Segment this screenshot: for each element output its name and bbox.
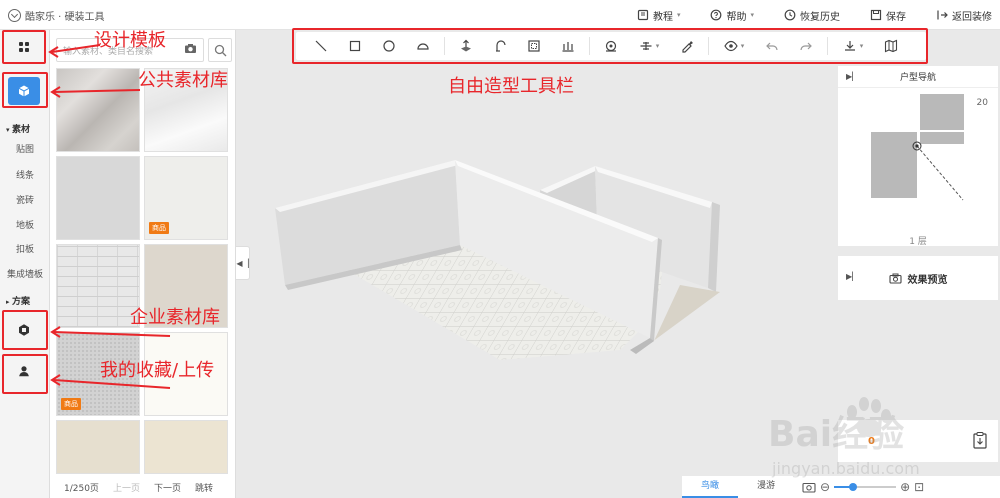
help-icon: [711, 9, 722, 21]
menu-tutorial[interactable]: 教程 ▾: [637, 8, 681, 23]
tab-bird-view[interactable]: 鸟瞰: [682, 476, 738, 498]
app-title: 酷家乐 · 硬装工具: [25, 12, 105, 23]
menu-help[interactable]: 帮助 ▾: [710, 8, 754, 23]
effect-preview-panel[interactable]: ▶▏ 效果预览: [838, 256, 998, 300]
next-page-button[interactable]: 下一页: [154, 481, 181, 494]
highlight-toolbar: [292, 28, 928, 64]
save-icon: [870, 9, 882, 21]
app-logo[interactable]: 酷家乐 · 硬装工具: [8, 8, 105, 23]
highlight-my-favorites: [2, 354, 48, 394]
material-tile[interactable]: [56, 156, 140, 240]
material-panel: 输入素材、类目名搜索 商品 商品 1/250页 上一页 下一页 跳转: [50, 30, 236, 498]
category-header-scheme[interactable]: 方案: [0, 294, 50, 307]
floor-plan-navigator: ▶▏ 户型导航 20 1 层: [838, 66, 998, 247]
floor-plan-map[interactable]: [868, 92, 978, 212]
watermark-text: Bai经验: [768, 414, 904, 455]
material-tile[interactable]: 商品: [144, 156, 228, 240]
annotation-toolbar: 自由造型工具栏: [448, 76, 574, 97]
menu-save[interactable]: 保存: [870, 8, 906, 23]
zoom-slider-knob[interactable]: [848, 483, 857, 491]
jump-button[interactable]: 跳转: [195, 481, 213, 494]
annotation-public-library: 公共素材库: [138, 70, 228, 91]
annotation-design-template: 设计模板: [94, 30, 166, 51]
expand-icon[interactable]: ▶▏: [846, 272, 858, 281]
material-tile[interactable]: [56, 420, 140, 474]
logo-icon: [8, 9, 21, 22]
search-button[interactable]: [208, 38, 232, 62]
clipboard-button[interactable]: [964, 424, 996, 456]
menu-exit[interactable]: 返回装修: [936, 8, 992, 23]
navigator-title: 户型导航: [899, 73, 936, 83]
prev-page-button[interactable]: 上一页: [113, 481, 140, 494]
category-item[interactable]: 扣板: [0, 242, 50, 255]
3d-viewport[interactable]: [250, 60, 836, 470]
category-item[interactable]: 贴图: [0, 142, 50, 155]
floor-label: 1 层: [909, 237, 927, 247]
clipboard-icon: [973, 432, 987, 449]
category-item[interactable]: 集成墙板: [0, 267, 50, 280]
top-menu: 教程 ▾ 帮助 ▾ 恢复历史 保存 返回装修: [607, 0, 992, 30]
material-tile[interactable]: [144, 420, 228, 474]
chevron-down-icon: ▾: [750, 11, 754, 19]
highlight-enterprise-library: [2, 310, 48, 350]
annotation-enterprise-library: 企业素材库: [130, 307, 220, 328]
highlight-design-template: [2, 30, 46, 64]
menu-restore-history[interactable]: 恢复历史: [784, 8, 840, 23]
expand-icon[interactable]: ▶▏: [846, 72, 858, 81]
product-tag: 商品: [149, 222, 169, 234]
baidu-jingyan-watermark: Bai经验 jingyan.baidu.com: [768, 397, 920, 478]
camera-icon: [888, 273, 902, 284]
page-indicator: 1/250页: [64, 483, 99, 494]
category-header-materials[interactable]: 素材: [0, 122, 50, 135]
collapse-panel-button[interactable]: ◀▕: [236, 246, 250, 280]
product-tag: 商品: [61, 398, 81, 410]
category-item[interactable]: 瓷砖: [0, 193, 50, 206]
search-icon: [214, 44, 226, 56]
material-tile[interactable]: [56, 68, 140, 152]
camera-icon[interactable]: [184, 43, 197, 54]
highlight-public-library: [2, 72, 48, 108]
pager: 1/250页 上一页 下一页 跳转: [50, 476, 236, 498]
clock-icon: [784, 9, 796, 21]
effect-preview-label: 效果预览: [907, 274, 948, 286]
category-item[interactable]: 线条: [0, 168, 50, 181]
exit-icon: [937, 10, 948, 20]
category-item[interactable]: 地板: [0, 218, 50, 231]
watermark-url: jingyan.baidu.com: [771, 459, 920, 478]
material-tile[interactable]: [56, 244, 140, 328]
navigator-number: 20: [976, 98, 988, 108]
annotation-my-favorites: 我的收藏/上传: [100, 360, 215, 381]
navigator-header: ▶▏ 户型导航: [838, 66, 998, 88]
collapse-arrow-icon: ◀▕: [236, 258, 249, 268]
chevron-down-icon: ▾: [676, 11, 681, 19]
book-icon: [637, 9, 649, 21]
zoom-slider[interactable]: [834, 483, 897, 491]
room-model: [275, 160, 720, 360]
